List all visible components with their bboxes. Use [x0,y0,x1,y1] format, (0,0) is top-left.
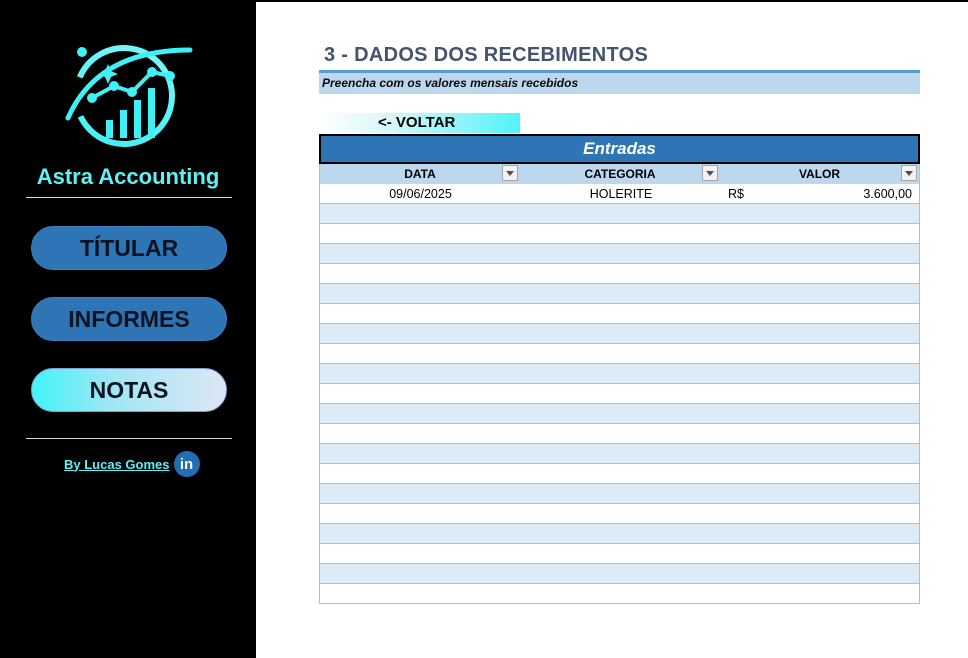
table-row[interactable] [320,324,919,344]
linkedin-icon[interactable]: in [173,451,200,477]
table-row[interactable] [320,364,919,384]
author-link[interactable]: By Lucas Gomes [64,457,170,472]
table-row[interactable] [320,484,919,504]
page-subtitle: Preencha com os valores mensais recebido… [319,73,920,94]
table-row[interactable] [320,464,919,484]
table-row[interactable] [320,404,919,424]
brand-name: Astra Accounting [36,164,220,189]
column-header-label: VALOR [798,167,841,181]
table-row[interactable] [320,384,919,404]
cell-category: HOLERITE [589,187,653,201]
table-title: Entradas [319,134,920,164]
table-row[interactable] [320,444,919,464]
column-header-label: CATEGORIA [584,167,656,181]
table-row[interactable] [320,524,919,544]
sidebar-divider [26,438,232,439]
table-row[interactable] [320,204,919,224]
nav-button-titular[interactable]: TÍTULAR [31,226,227,270]
filter-dropdown-icon[interactable] [502,165,518,181]
table-row[interactable] [320,264,919,284]
logo-icon [65,45,193,147]
cell-currency: R$ [728,187,744,201]
sidebar: Astra Accounting TÍTULAR INFORMES NOTAS … [0,2,256,658]
table-row[interactable] [320,284,919,304]
table-row[interactable] [320,584,919,604]
sidebar-divider [26,197,232,198]
table-row[interactable] [320,544,919,564]
column-header-categoria: CATEGORIA [520,164,720,184]
nav-button-notas[interactable]: NOTAS [31,368,227,412]
nav-button-informes[interactable]: INFORMES [31,297,227,341]
table-row[interactable]: 09/06/2025 HOLERITE R$ 3.600,00 [320,184,919,204]
column-header-valor: VALOR [720,164,920,184]
column-header-data: DATA [319,164,520,184]
filter-dropdown-icon[interactable] [901,165,917,181]
table-row[interactable] [320,344,919,364]
table-row[interactable] [320,304,919,324]
author-credit: By Lucas Gomes in [64,451,200,477]
back-button[interactable]: <- VOLTAR [319,113,520,133]
table-row[interactable] [320,424,919,444]
table-body: 09/06/2025 HOLERITE R$ 3.600,00 [319,184,920,604]
table-row[interactable] [320,224,919,244]
filter-dropdown-icon[interactable] [702,165,718,181]
page-title: 3 - DADOS DOS RECEBIMENTOS [324,44,649,66]
column-header-label: DATA [404,167,436,181]
table-row[interactable] [320,564,919,584]
table-row[interactable] [320,504,919,524]
cell-date: 09/06/2025 [389,187,452,201]
table-row[interactable] [320,244,919,264]
cell-value: 3.600,00 [863,187,912,201]
